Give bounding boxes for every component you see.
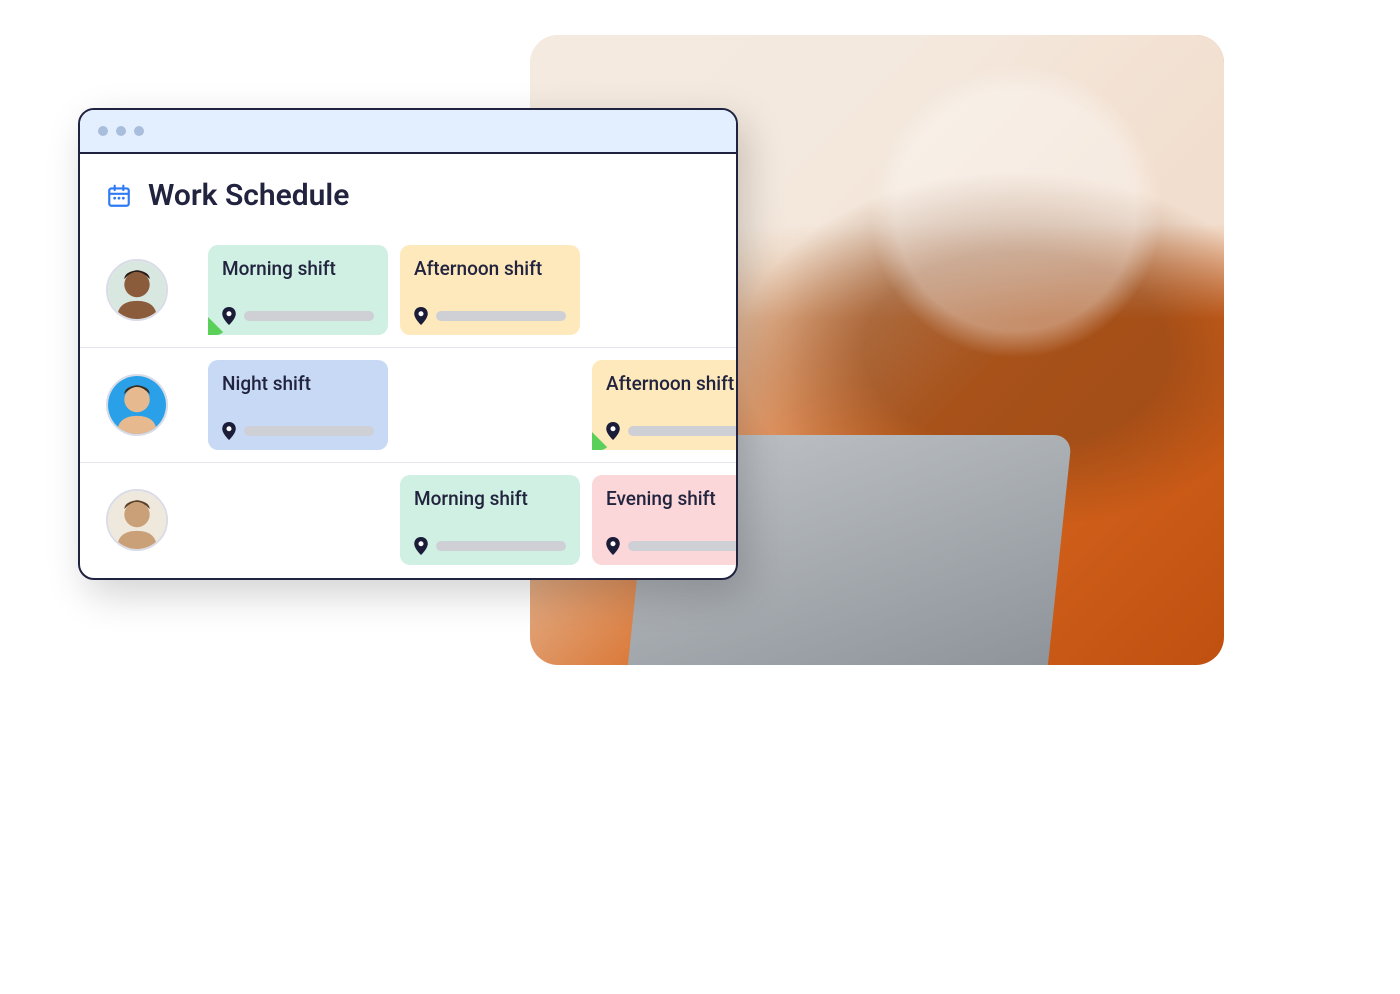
location-placeholder-bar [628,541,738,551]
shift-corner-tag [592,432,610,450]
shift-location-row [414,537,566,555]
location-pin-icon [222,422,236,440]
shift-location-row [606,537,738,555]
schedule-row: Night shift Afternoon shift [80,347,736,462]
employee-avatar[interactable] [106,259,168,321]
window-titlebar [80,110,736,154]
schedule-row: Morning shift Afternoon shift [80,233,736,347]
shift-label: Evening shift [606,487,738,510]
window-control-dot [134,126,144,136]
empty-cell [208,475,388,565]
empty-cell [400,360,580,450]
shift-location-row [222,307,374,325]
schedule-window: Work Schedule Morning shift Afternoon sh… [78,108,738,580]
location-pin-icon [414,307,428,325]
location-pin-icon [414,537,428,555]
empty-cell [592,245,738,335]
shift-label: Morning shift [222,257,374,280]
window-control-dot [116,126,126,136]
shift-location-row [222,422,374,440]
location-pin-icon [606,537,620,555]
shift-card-afternoon[interactable]: Afternoon shift [400,245,580,335]
shift-label: Afternoon shift [606,372,738,395]
schedule-row: Morning shift Evening shift [80,462,736,577]
shift-label: Night shift [222,372,374,395]
shift-label: Afternoon shift [414,257,566,280]
employee-avatar[interactable] [106,489,168,551]
shift-card-morning[interactable]: Morning shift [208,245,388,335]
shift-card-afternoon[interactable]: Afternoon shift [592,360,738,450]
shift-location-row [414,307,566,325]
shift-label: Morning shift [414,487,566,510]
shift-card-night[interactable]: Night shift [208,360,388,450]
location-placeholder-bar [628,426,738,436]
shift-card-morning[interactable]: Morning shift [400,475,580,565]
schedule-header: Work Schedule [80,178,736,233]
window-control-dot [98,126,108,136]
location-placeholder-bar [244,311,374,321]
location-placeholder-bar [436,311,566,321]
calendar-icon [106,183,132,209]
shift-location-row [606,422,738,440]
location-placeholder-bar [436,541,566,551]
shift-corner-tag [208,317,226,335]
schedule-title: Work Schedule [148,178,349,213]
shift-card-evening[interactable]: Evening shift [592,475,738,565]
location-placeholder-bar [244,426,374,436]
employee-avatar[interactable] [106,374,168,436]
